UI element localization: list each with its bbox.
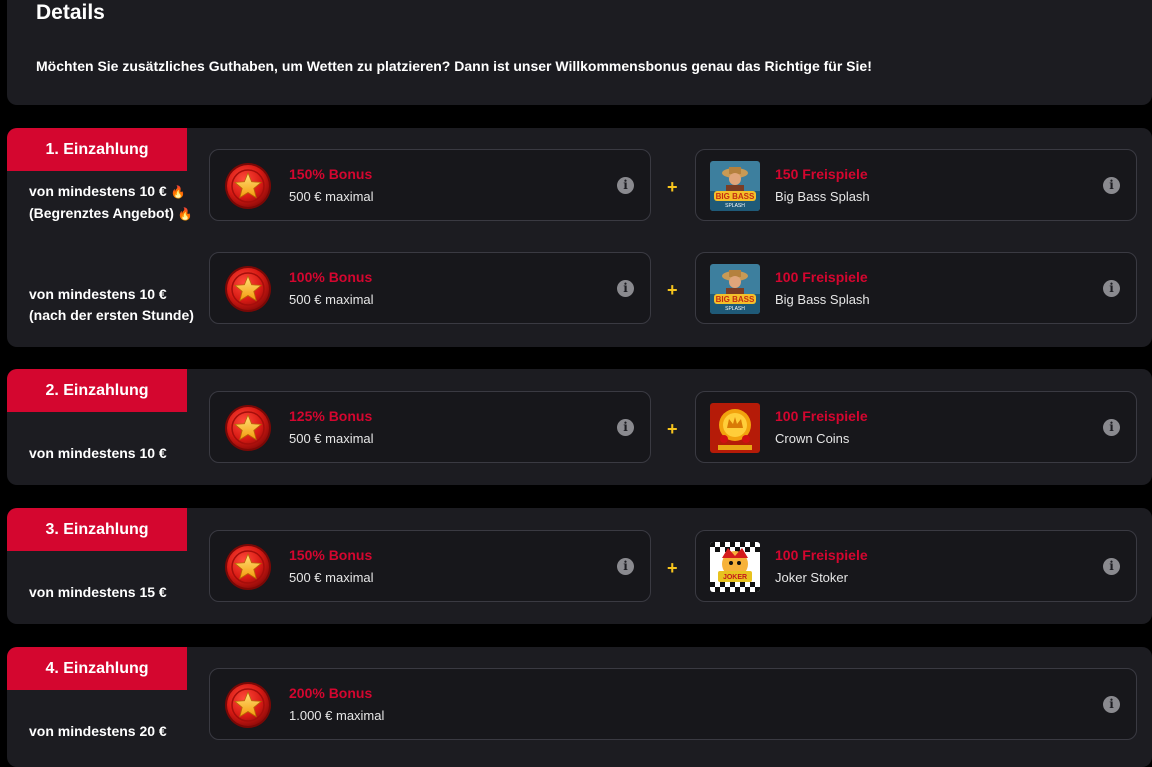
big-bass-splash-thumbnail	[710, 264, 760, 314]
bonus-title: 125% Bonus	[289, 408, 373, 424]
deposit-section-4: 4. Einzahlung von mindestens 20 € 200% B…	[7, 647, 1152, 767]
star-coin-icon	[224, 162, 272, 210]
joker-stoker-thumbnail	[710, 542, 760, 592]
info-icon[interactable]: i	[1103, 177, 1120, 194]
intro-text: Möchten Sie zusätzliches Guthaben, um We…	[36, 58, 872, 74]
info-icon[interactable]: i	[617, 177, 634, 194]
freespins-title: 100 Freispiele	[775, 408, 868, 424]
freespins-card[interactable]: 100 Freispiele Crown Coins i	[695, 391, 1137, 463]
deposit-section-2: 2. Einzahlung von mindestens 10 € 125% B…	[7, 369, 1152, 485]
freespins-card[interactable]: 150 Freispiele Big Bass Splash i	[695, 149, 1137, 221]
star-coin-icon	[224, 543, 272, 591]
plus-sign: +	[667, 177, 678, 197]
fire-icon: 🔥	[177, 207, 193, 221]
deposit-section-1: 1. Einzahlung von mindestens 10 € 🔥 (Beg…	[7, 128, 1152, 347]
bonus-card[interactable]: 150% Bonus 500 € maximal i	[209, 149, 651, 221]
crown-coins-thumbnail	[710, 403, 760, 453]
page-title: Details	[36, 1, 105, 24]
freespins-title: 100 Freispiele	[775, 269, 868, 285]
bonus-card[interactable]: 150% Bonus 500 € maximal i	[209, 530, 651, 602]
info-icon[interactable]: i	[1103, 558, 1120, 575]
bonus-card[interactable]: 200% Bonus 1.000 € maximal i	[209, 668, 1137, 740]
game-name: Joker Stoker	[775, 570, 848, 585]
bonus-card[interactable]: 100% Bonus 500 € maximal i	[209, 252, 651, 324]
bonus-max: 1.000 € maximal	[289, 708, 385, 723]
deposit-label: 3. Einzahlung	[7, 508, 187, 551]
info-icon[interactable]: i	[617, 558, 634, 575]
freespins-title: 100 Freispiele	[775, 547, 868, 563]
info-icon[interactable]: i	[1103, 419, 1120, 436]
game-name: Crown Coins	[775, 431, 850, 446]
info-icon[interactable]: i	[1103, 280, 1120, 297]
bonus-card[interactable]: 125% Bonus 500 € maximal i	[209, 391, 651, 463]
requirement-text: von mindestens 10 € (nach der ersten Stu…	[29, 286, 194, 323]
bonus-max: 500 € maximal	[289, 189, 374, 204]
deposit-section-3: 3. Einzahlung von mindestens 15 € 150% B…	[7, 508, 1152, 624]
bonus-title: 150% Bonus	[289, 547, 373, 563]
game-name: Big Bass Splash	[775, 189, 870, 204]
fire-icon: 🔥	[170, 185, 186, 199]
requirement-text: von mindestens 15 €	[29, 584, 167, 600]
freespins-title: 150 Freispiele	[775, 166, 868, 182]
bonus-title: 150% Bonus	[289, 166, 373, 182]
bonus-title: 100% Bonus	[289, 269, 373, 285]
deposit-label: 2. Einzahlung	[7, 369, 187, 412]
plus-sign: +	[667, 558, 678, 578]
plus-sign: +	[667, 419, 678, 439]
bonus-max: 500 € maximal	[289, 292, 374, 307]
info-icon[interactable]: i	[617, 419, 634, 436]
star-coin-icon	[224, 681, 272, 729]
requirement-text: von mindestens 10 € 🔥 (Begrenztes Angebo…	[29, 183, 193, 221]
deposit-label: 1. Einzahlung	[7, 128, 187, 171]
bonus-max: 500 € maximal	[289, 431, 374, 446]
star-coin-icon	[224, 265, 272, 313]
bonus-title: 200% Bonus	[289, 685, 373, 701]
star-coin-icon	[224, 404, 272, 452]
details-panel: Details Möchten Sie zusätzliches Guthabe…	[7, 0, 1152, 105]
requirement-text: von mindestens 20 €	[29, 723, 167, 739]
deposit-label: 4. Einzahlung	[7, 647, 187, 690]
info-icon[interactable]: i	[1103, 696, 1120, 713]
bonus-max: 500 € maximal	[289, 570, 374, 585]
requirement-text: von mindestens 10 €	[29, 445, 167, 461]
freespins-card[interactable]: 100 Freispiele Joker Stoker i	[695, 530, 1137, 602]
freespins-card[interactable]: 100 Freispiele Big Bass Splash i	[695, 252, 1137, 324]
plus-sign: +	[667, 280, 678, 300]
info-icon[interactable]: i	[617, 280, 634, 297]
big-bass-splash-thumbnail	[710, 161, 760, 211]
game-name: Big Bass Splash	[775, 292, 870, 307]
